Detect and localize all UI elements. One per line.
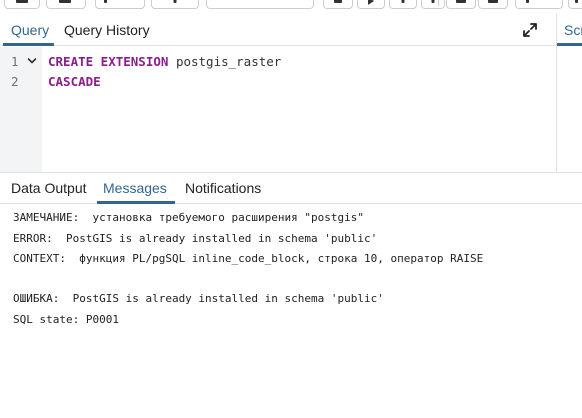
tab-query-history[interactable]: Query History: [64, 22, 150, 38]
row-limit-select[interactable]: [206, 0, 314, 9]
message-line: ЗАМЕЧАНИЕ: установка требуемого расширен…: [13, 211, 364, 224]
tab-messages[interactable]: Messages: [103, 180, 167, 196]
execute-button[interactable]: [357, 0, 385, 9]
query-tabs: Query Query History: [0, 14, 556, 46]
commit-icon: [456, 0, 466, 3]
tab-query[interactable]: Query: [11, 22, 49, 38]
message-line: ОШИБКА: PostGIS is already installed in …: [13, 292, 384, 305]
tab-scratch-pad[interactable]: Scr: [564, 22, 582, 38]
explain-analyze-icon: [431, 0, 435, 3]
stop-button[interactable]: [323, 0, 353, 9]
sql-keyword: CASCADE: [48, 74, 101, 89]
active-results-tab-indicator: [97, 201, 175, 204]
explain-button[interactable]: [389, 0, 417, 9]
message-line: CONTEXT: функция PL/pgSQL inline_code_bl…: [13, 252, 484, 265]
sql-identifier: postgis_raster: [168, 54, 282, 69]
code-line[interactable]: CREATE EXTENSION postgis_raster: [48, 54, 281, 69]
code-line[interactable]: CASCADE: [48, 74, 101, 89]
rollback-button[interactable]: [478, 0, 508, 9]
more-button[interactable]: [568, 0, 582, 9]
filter-icon: [173, 0, 177, 3]
save-dropdown-icon: [59, 0, 71, 3]
scratch-tab-indicator: [557, 43, 582, 46]
query-toolbar: [0, 0, 582, 11]
expand-icon[interactable]: [522, 22, 538, 38]
execute-icon: [368, 0, 374, 5]
sql-keyword: CREATE EXTENSION: [48, 54, 169, 69]
macros-button[interactable]: [515, 0, 563, 9]
line-number: 2: [11, 74, 19, 89]
stop-icon: [334, 0, 342, 3]
edit-button[interactable]: [95, 0, 145, 9]
edit-icon: [104, 0, 107, 3]
tab-data-output[interactable]: Data Output: [11, 180, 87, 196]
active-tab-indicator: [3, 43, 54, 46]
panel-divider[interactable]: [556, 14, 557, 172]
message-line: SQL state: P0001: [13, 313, 119, 326]
filter-button[interactable]: [151, 0, 199, 9]
results-tabs: Data Output Messages Notifications: [0, 173, 582, 204]
more-icon: [575, 0, 578, 3]
macros-icon: [526, 0, 529, 3]
message-line: ERROR: PostGIS is already installed in s…: [13, 232, 378, 245]
commit-button[interactable]: [446, 0, 476, 9]
save-dropdown-button[interactable]: [46, 0, 86, 9]
toolbar-divider: [438, 0, 439, 6]
line-number: 1: [11, 54, 19, 69]
save-button[interactable]: [4, 0, 40, 9]
explain-icon: [401, 0, 405, 3]
rollback-icon: [488, 0, 498, 3]
tab-notifications[interactable]: Notifications: [185, 180, 261, 196]
save-icon: [16, 0, 28, 3]
fold-chevron-down-icon[interactable]: [27, 56, 37, 66]
explain-analyze-button[interactable]: [421, 0, 445, 9]
